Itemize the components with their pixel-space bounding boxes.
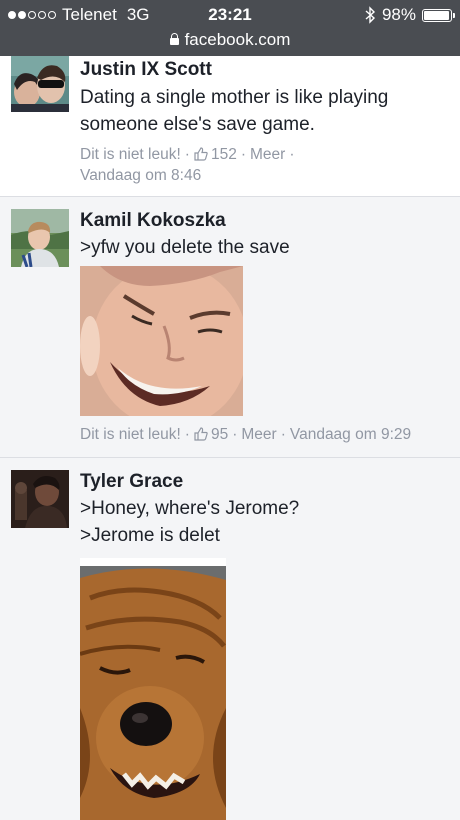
- battery-percentage: 98%: [381, 5, 416, 24]
- bluetooth-icon: [365, 6, 375, 24]
- more-link[interactable]: Meer: [250, 146, 285, 163]
- comment-author[interactable]: Tyler Grace: [80, 470, 450, 494]
- avatar[interactable]: [11, 470, 69, 528]
- status-right: 98%: [365, 5, 455, 25]
- comment-text-line: Dating a single mother is like playing: [80, 87, 389, 108]
- comment-timestamp: Vandaag om 8:46: [80, 167, 202, 184]
- comment-item: Tyler Grace >Honey, where's Jerome? >Jer…: [0, 458, 460, 820]
- comment-photo[interactable]: [80, 266, 243, 416]
- comment-text-line: >Jerome is delet: [80, 525, 220, 546]
- like-count[interactable]: 95: [211, 426, 228, 443]
- thumbs-up-icon: [194, 427, 208, 441]
- avatar[interactable]: [11, 209, 69, 267]
- status-bar: Telenet 3G 23:21 98%: [0, 0, 460, 30]
- url-domain: facebook.com: [184, 30, 291, 49]
- address-bar[interactable]: facebook.com: [0, 30, 460, 56]
- comment-photo[interactable]: [80, 558, 226, 820]
- thumbs-up-icon: [194, 147, 208, 161]
- comment-text-line: >Honey, where's Jerome?: [80, 498, 300, 519]
- lock-icon: [169, 33, 179, 45]
- unlike-link[interactable]: Dit is niet leuk!: [80, 426, 181, 443]
- comment-text-line: someone else's save game.: [80, 114, 315, 135]
- comment-actions: Dit is niet leuk! · 95 · Meer · Vandaag om 9:2…: [80, 426, 412, 443]
- comment-actions: Dit is niet leuk! · 152 · Meer ·: [80, 146, 295, 163]
- more-link[interactable]: Meer: [241, 426, 276, 443]
- comment-timestamp: Vandaag om 9:29: [289, 426, 412, 443]
- like-count[interactable]: 152: [211, 146, 237, 163]
- comment-item: Justin IX Scott Dating a single mother i…: [0, 56, 460, 197]
- comment-author[interactable]: Justin IX Scott: [80, 58, 450, 82]
- comment-text-line: >yfw you delete the save: [80, 237, 290, 258]
- comment-item: Kamil Kokoszka >yfw you delete the save …: [0, 197, 460, 458]
- unlike-link[interactable]: Dit is niet leuk!: [80, 146, 181, 163]
- comment-author[interactable]: Kamil Kokoszka: [80, 209, 450, 233]
- avatar[interactable]: [11, 56, 69, 112]
- battery-icon: [422, 8, 455, 22]
